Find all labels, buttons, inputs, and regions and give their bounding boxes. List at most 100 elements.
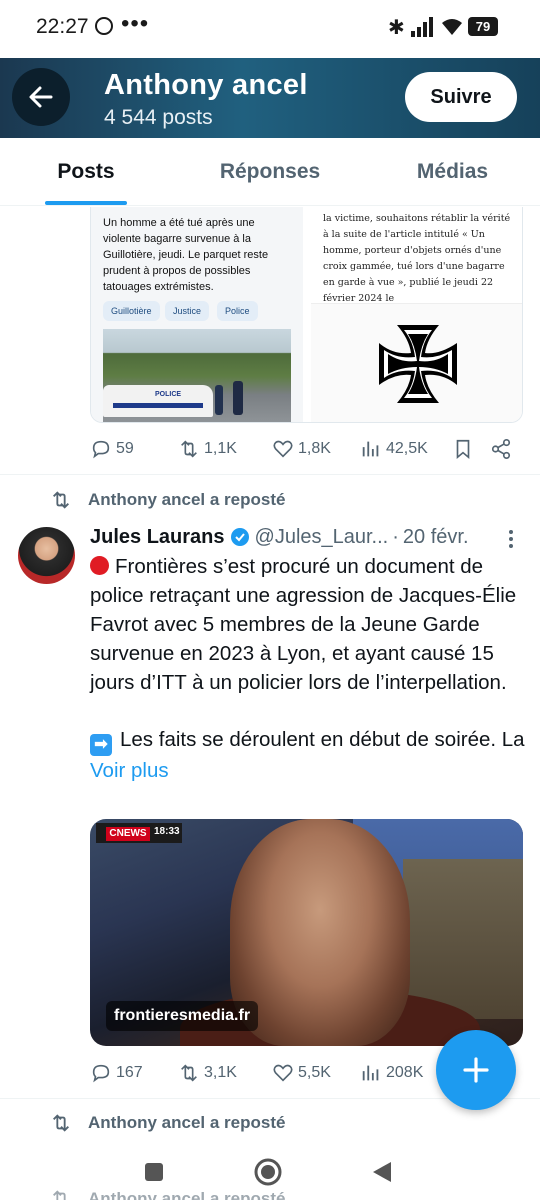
view-count: 208K xyxy=(386,1064,424,1081)
tab-replies[interactable]: Réponses xyxy=(190,138,350,206)
repost-icon xyxy=(181,440,197,458)
video-building xyxy=(403,859,523,1019)
separator: · xyxy=(392,525,399,548)
bluetooth-icon: ✱ xyxy=(388,17,405,39)
back-arrow-icon xyxy=(29,86,53,108)
profile-name: Anthony ancel xyxy=(104,69,308,101)
back-triangle-icon xyxy=(373,1162,391,1182)
repost-icon xyxy=(181,1064,197,1082)
reply-button[interactable]: 167 xyxy=(90,1058,143,1088)
author-handle: @Jules_Laur... xyxy=(254,525,389,548)
views-icon xyxy=(362,1065,379,1081)
reply-icon xyxy=(92,440,110,459)
repost-header[interactable]: Anthony ancel a reposté xyxy=(50,1110,285,1136)
plus-icon xyxy=(463,1057,489,1083)
heart-icon xyxy=(273,1064,293,1082)
views-button[interactable]: 208K xyxy=(360,1058,423,1088)
video-thumbnail[interactable]: CNEWS 18:33 frontieresmedia.fr xyxy=(90,819,523,1046)
tab-label: Posts xyxy=(57,160,115,183)
see-more-link[interactable]: Voir plus xyxy=(90,759,169,782)
bookmark-button[interactable] xyxy=(452,434,474,464)
police-car-stripe xyxy=(113,403,203,408)
tag-justice: Justice xyxy=(165,301,210,321)
police-car-text: POLICE xyxy=(155,391,182,398)
tab-label: Médias xyxy=(416,160,489,183)
status-bar: 22:27 ••• ✱ 79 xyxy=(0,0,540,56)
repost-icon xyxy=(53,1114,69,1132)
battery-icon: 79 xyxy=(468,17,498,36)
repost-icon xyxy=(53,1190,66,1200)
article-excerpt: la victime, souhaitons rétablir la vérit… xyxy=(323,213,511,303)
like-count: 1,8K xyxy=(298,440,331,457)
author-name[interactable]: Jules Laurans xyxy=(90,526,225,549)
post-author-line: Jules Laurans @Jules_Laur... · 20 févr. xyxy=(90,522,530,552)
square-icon xyxy=(145,1163,163,1181)
like-button[interactable]: 5,5K xyxy=(272,1058,331,1088)
repost-button[interactable]: 1,1K xyxy=(178,434,237,464)
avatar[interactable] xyxy=(18,527,75,584)
tweet-text[interactable]: Frontières s’est procuré un document de … xyxy=(90,552,530,785)
system-navigation-bar: Anthony ancel a reposté xyxy=(0,1140,540,1200)
post-count: 4 544 posts xyxy=(104,106,213,129)
more-options-icon[interactable] xyxy=(505,528,517,550)
back-nav-button[interactable] xyxy=(362,1152,402,1192)
repost-button[interactable]: 3,1K xyxy=(178,1058,237,1088)
video-time: 18:33 xyxy=(154,826,180,837)
like-button[interactable]: 1,8K xyxy=(272,434,331,464)
tweet-paragraph-2: Les faits se déroulent en début de soiré… xyxy=(120,728,525,751)
like-count: 5,5K xyxy=(298,1064,331,1081)
officer-figure xyxy=(233,381,243,415)
view-count: 42,5K xyxy=(386,440,428,457)
bookmark-icon xyxy=(456,439,470,460)
iron-cross-icon xyxy=(378,324,457,403)
tag-police: Police xyxy=(217,301,258,321)
red-circle-emoji-icon xyxy=(90,556,109,575)
signal-icon xyxy=(411,17,433,37)
reply-count: 167 xyxy=(116,1064,143,1081)
heart-icon xyxy=(273,440,293,458)
embedded-media-card[interactable]: Un homme a été tué après une violente ba… xyxy=(90,207,523,423)
tweet-paragraph-1: Frontières s’est procuré un document de … xyxy=(90,555,517,694)
video-source-label: frontieresmedia.fr xyxy=(106,1001,259,1031)
repost-icon xyxy=(53,491,69,509)
home-circle-icon xyxy=(254,1158,282,1186)
post-actions: 59 1,1K 1,8K 42,5K xyxy=(90,434,520,464)
repost-label: Anthony ancel a reposté xyxy=(88,1113,286,1132)
tag-guillotiere: Guillotière xyxy=(103,301,160,321)
follow-button[interactable]: Suivre xyxy=(405,72,517,122)
whatsapp-icon xyxy=(95,17,113,35)
profile-header: Anthony ancel 4 544 posts Suivre xyxy=(0,58,540,138)
article-description: Un homme a été tué après une violente ba… xyxy=(103,217,269,293)
wifi-icon xyxy=(442,19,462,35)
cnews-logo: CNEWS 18:33 xyxy=(96,823,182,843)
status-time: 22:27 xyxy=(36,15,89,38)
article-card-right[interactable]: la victime, souhaitons rétablir la vérit… xyxy=(311,207,522,422)
back-button[interactable] xyxy=(12,68,70,126)
tab-active-indicator xyxy=(45,201,127,205)
compose-button[interactable] xyxy=(436,1030,516,1110)
reply-button[interactable]: 59 xyxy=(90,434,134,464)
officer-figure xyxy=(215,385,223,415)
article-card-left[interactable]: Un homme a été tué après une violente ba… xyxy=(91,207,303,422)
share-button[interactable] xyxy=(490,434,512,464)
tab-label: Réponses xyxy=(219,160,321,183)
tab-posts[interactable]: Posts xyxy=(16,138,156,206)
profile-tabs: Posts Réponses Médias xyxy=(0,138,540,206)
police-car-photo: POLICE xyxy=(103,329,291,422)
repost-header[interactable]: Anthony ancel a reposté xyxy=(50,487,285,513)
views-icon xyxy=(362,441,379,457)
recent-apps-button[interactable] xyxy=(134,1152,174,1192)
views-button[interactable]: 42,5K xyxy=(360,434,428,464)
home-button[interactable] xyxy=(248,1152,288,1192)
more-dots-icon: ••• xyxy=(121,10,150,37)
repost-label: Anthony ancel a reposté xyxy=(88,490,286,509)
right-arrow-emoji-icon: ➡ xyxy=(90,734,112,756)
repost-count: 3,1K xyxy=(204,1064,237,1081)
iron-cross-image xyxy=(311,303,522,422)
tab-media[interactable]: Médias xyxy=(380,138,525,206)
post-date[interactable]: 20 févr. xyxy=(403,526,469,549)
reply-icon xyxy=(92,1064,110,1083)
post-divider xyxy=(0,474,540,475)
verified-badge-icon xyxy=(230,528,249,546)
repost-count: 1,1K xyxy=(204,440,237,457)
